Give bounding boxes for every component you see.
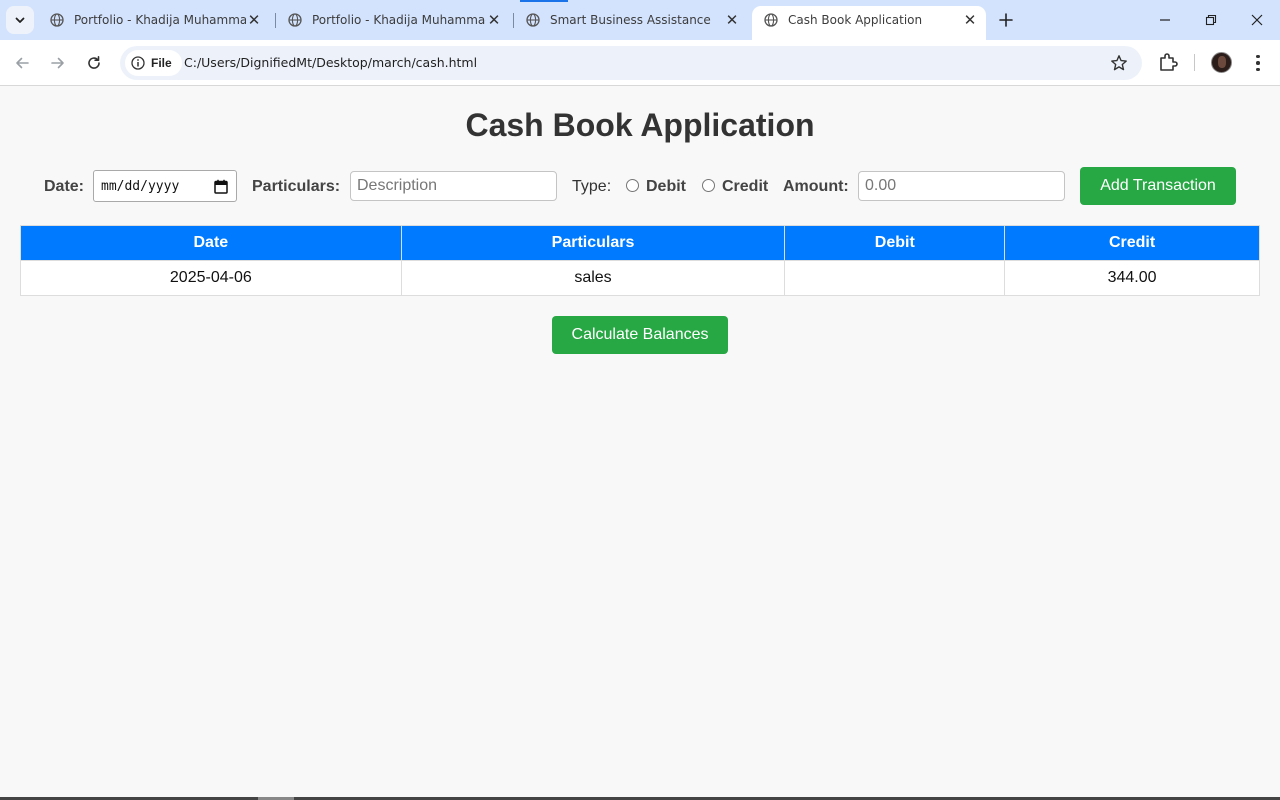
tab-title: Portfolio - Khadija Muhammad: [312, 13, 486, 27]
column-header-debit: Debit: [784, 225, 1006, 261]
tab-cash-book[interactable]: Cash Book Application ✕: [752, 6, 986, 40]
browser-menu-button[interactable]: [1250, 52, 1266, 74]
page-content: Cash Book Application Date: mm/dd/yyyy P…: [0, 87, 1280, 798]
reload-icon: [88, 56, 100, 69]
debit-radio[interactable]: [626, 179, 639, 192]
tab-title: Smart Business Assistance: [550, 13, 711, 27]
cell-date: 2025-04-06: [20, 260, 402, 296]
add-transaction-button[interactable]: Add Transaction: [1080, 167, 1236, 205]
address-bar[interactable]: File C:/Users/DignifiedMt/Desktop/march/…: [120, 46, 1142, 80]
site-info-chip[interactable]: File: [125, 50, 182, 76]
chevron-down-icon: [15, 17, 25, 23]
particulars-label: Particulars:: [252, 178, 341, 195]
menu-dot: [1256, 67, 1260, 72]
tab-portfolio-2[interactable]: Portfolio - Khadija Muhammad ✕: [276, 6, 510, 34]
plus-icon: [999, 13, 1013, 27]
cell-credit: 344.00: [1004, 260, 1260, 296]
transactions-table: Date Particulars Debit Credit 2025-04-06…: [20, 225, 1260, 296]
calendar-icon[interactable]: [214, 179, 228, 194]
arrow-left-icon: [16, 57, 29, 69]
date-value: mm/dd/yyyy: [101, 178, 180, 194]
column-header-particulars: Particulars: [400, 225, 786, 261]
tab-search-button[interactable]: [6, 6, 34, 34]
amount-label: Amount:: [783, 178, 849, 195]
credit-radio[interactable]: [702, 179, 715, 192]
forward-button[interactable]: [43, 48, 73, 78]
cell-particulars: sales: [400, 260, 786, 296]
globe-icon: [50, 13, 64, 27]
credit-radio-label[interactable]: Credit: [722, 178, 768, 196]
new-tab-button[interactable]: [994, 8, 1018, 32]
transaction-form: Date: mm/dd/yyyy Particulars: Type: Debi…: [0, 167, 1280, 205]
window-close-button[interactable]: [1234, 4, 1280, 36]
date-input[interactable]: mm/dd/yyyy: [93, 170, 237, 202]
bookmark-star-icon[interactable]: [1110, 54, 1128, 72]
column-header-date: Date: [20, 225, 402, 261]
page-title: Cash Book Application: [465, 107, 815, 143]
globe-icon: [288, 13, 302, 27]
reload-button[interactable]: [79, 48, 109, 78]
minimize-button[interactable]: [1142, 4, 1188, 36]
profile-avatar[interactable]: [1211, 52, 1232, 73]
tab-loading-indicator: [520, 0, 568, 2]
table-row: 2025-04-06 sales 344.00: [20, 260, 1260, 296]
globe-icon: [526, 13, 540, 27]
date-label: Date:: [44, 178, 85, 195]
type-label: Type:: [572, 178, 612, 195]
restore-button[interactable]: [1188, 4, 1234, 36]
close-icon[interactable]: ✕: [724, 12, 740, 29]
menu-dot: [1256, 61, 1260, 65]
tab-smart-business[interactable]: Smart Business Assistance ✕: [514, 6, 748, 34]
browser-toolbar: File C:/Users/DignifiedMt/Desktop/march/…: [0, 40, 1280, 86]
tab-title: Portfolio - Khadija Muhammad: [74, 13, 246, 27]
calculate-balances-button[interactable]: Calculate Balances: [552, 316, 728, 354]
menu-dot: [1256, 54, 1260, 59]
tab-title: Cash Book Application: [788, 13, 923, 27]
toolbar-divider: [1194, 54, 1195, 71]
minimize-icon: [1160, 19, 1170, 21]
back-button[interactable]: [7, 48, 37, 78]
close-icon[interactable]: ✕: [486, 12, 502, 29]
extensions-puzzle-icon[interactable]: [1156, 50, 1180, 74]
globe-icon: [764, 13, 778, 27]
close-icon[interactable]: ✕: [246, 12, 262, 29]
tab-strip: Portfolio - Khadija Muhammad ✕ Portfolio…: [0, 0, 1280, 40]
table-header-row: Date Particulars Debit Credit: [20, 225, 1260, 261]
tab-portfolio-1[interactable]: Portfolio - Khadija Muhammad ✕: [38, 6, 270, 34]
site-chip-label: File: [151, 56, 172, 70]
close-icon: [1251, 14, 1263, 26]
info-icon: [131, 56, 145, 70]
restore-icon: [1205, 14, 1217, 26]
arrow-right-icon: [51, 57, 64, 69]
url-text[interactable]: C:/Users/DignifiedMt/Desktop/march/cash.…: [184, 55, 477, 70]
particulars-input[interactable]: [350, 171, 557, 201]
column-header-credit: Credit: [1004, 225, 1260, 261]
amount-input[interactable]: [858, 171, 1065, 201]
cell-debit: [784, 260, 1006, 296]
close-icon[interactable]: ✕: [962, 12, 978, 29]
debit-radio-label[interactable]: Debit: [646, 178, 686, 196]
